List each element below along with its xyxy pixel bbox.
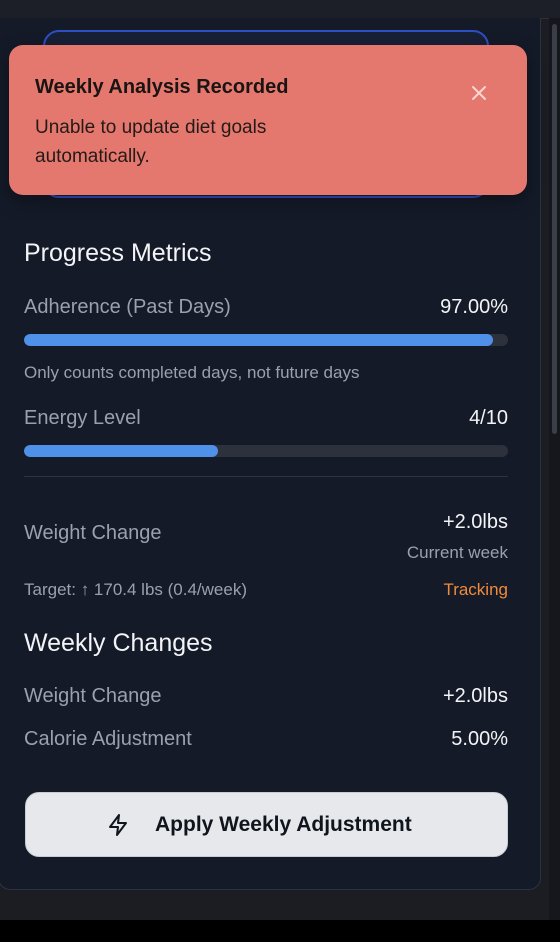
apply-button-label: Apply Weekly Adjustment xyxy=(155,813,412,836)
energy-level-value: 4/10 xyxy=(469,407,508,429)
close-icon[interactable] xyxy=(465,79,493,107)
tracking-status-badge: Tracking xyxy=(443,580,508,599)
weight-change-value: +2.0lbs xyxy=(442,511,508,533)
adherence-progress-fill xyxy=(24,334,494,346)
lightning-icon xyxy=(106,813,130,837)
calorie-adjustment-value: 5.00% xyxy=(451,728,508,750)
app-page: Weekly Analysis Recorded Unable to updat… xyxy=(0,0,560,942)
progress-metrics-title: Progress Metrics xyxy=(24,239,212,267)
adherence-label: Adherence (Past Days) xyxy=(24,296,231,318)
weekly-weight-change-label: Weight Change xyxy=(24,685,162,707)
weight-change-period: Current week xyxy=(406,543,508,562)
energy-level-progress-fill xyxy=(24,445,218,457)
scrollbar-thumb[interactable] xyxy=(552,24,557,434)
bottom-bar xyxy=(0,920,560,942)
weekly-changes-title: Weekly Changes xyxy=(24,629,213,657)
toast-message: Unable to update diet goals automaticall… xyxy=(35,117,267,167)
weekly-weight-change-value: +2.0lbs xyxy=(442,685,508,707)
apply-weekly-adjustment-button[interactable]: Apply Weekly Adjustment xyxy=(25,792,508,857)
adherence-progress-bar xyxy=(24,334,508,346)
adherence-value: 97.00% xyxy=(440,296,508,318)
weight-change-label: Weight Change xyxy=(24,522,162,544)
toast-title: Weekly Analysis Recorded xyxy=(35,76,289,98)
top-bar xyxy=(0,0,560,19)
weight-target: Target: ↑ 170.4 lbs (0.4/week) xyxy=(24,580,248,599)
adherence-note: Only counts completed days, not future d… xyxy=(24,363,360,382)
energy-level-progress-bar xyxy=(24,445,508,457)
divider xyxy=(24,476,508,477)
energy-level-label: Energy Level xyxy=(24,407,141,429)
toast-notification: Weekly Analysis Recorded Unable to updat… xyxy=(9,45,527,195)
calorie-adjustment-label: Calorie Adjustment xyxy=(24,728,192,750)
